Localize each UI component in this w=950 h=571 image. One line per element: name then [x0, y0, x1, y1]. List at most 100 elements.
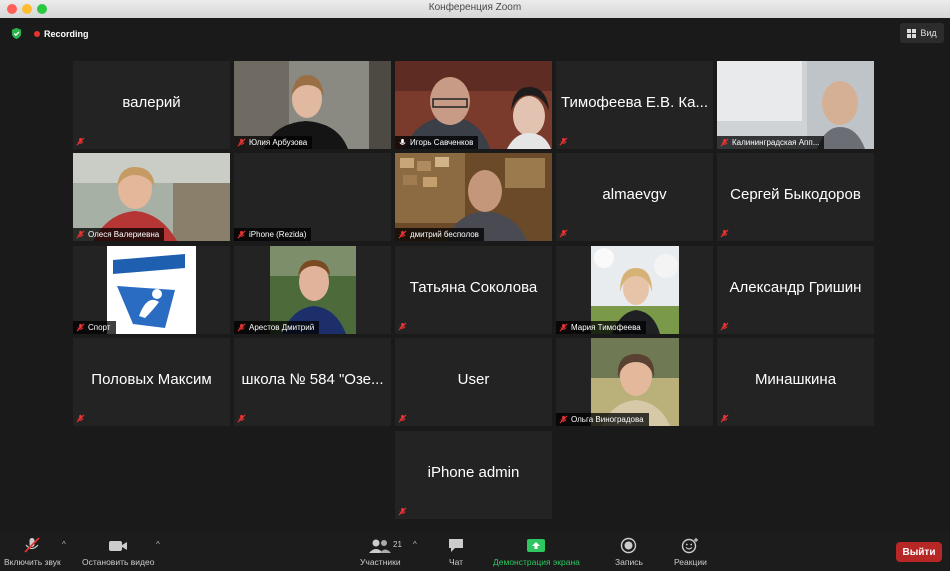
participant-tile[interactable]: Минашкина	[717, 338, 874, 426]
muted-mic-icon	[398, 414, 407, 423]
recording-indicator: Recording	[34, 27, 89, 41]
share-screen-icon	[527, 539, 546, 552]
participant-name: Олеся Валериевна	[88, 230, 160, 239]
participant-name-large: Сергей Быкодоров	[730, 186, 861, 203]
chat-label: Чат	[448, 557, 464, 567]
participant-name: iPhone (Rezida)	[249, 230, 307, 239]
participant-name: дмитрий бесполов	[410, 230, 479, 239]
muted-mic-icon	[237, 323, 246, 332]
unmute-button[interactable]: Включить звук	[4, 537, 61, 567]
muted-mic-icon	[237, 230, 246, 239]
record-button[interactable]: Запись	[615, 537, 643, 567]
participant-label: Арестов Дмитрий	[234, 321, 320, 334]
stop-video-button[interactable]: Остановить видео	[82, 537, 154, 567]
shield-icon[interactable]	[10, 27, 23, 40]
participant-name-large: валерий	[122, 94, 181, 111]
participant-name-large: школа № 584 "Озе...	[241, 371, 384, 388]
window-titlebar: Конференция Zoom	[0, 0, 950, 19]
participant-name-large: Александр Гришин	[729, 279, 862, 296]
view-button[interactable]: Вид	[900, 23, 944, 43]
recording-label: Recording	[44, 29, 89, 39]
participant-tile[interactable]: Юлия Арбузова	[234, 61, 391, 149]
participant-tile[interactable]: Олеся Валериевна	[73, 153, 230, 241]
leave-button[interactable]: Выйти	[896, 542, 942, 562]
participant-name: Ольга Виноградова	[571, 415, 644, 424]
participant-tile[interactable]: Тимофеева Е.В. Ка...	[556, 61, 713, 149]
participant-label: Игорь Савченков	[395, 136, 479, 149]
muted-mic-icon	[76, 230, 85, 239]
muted-mic-icon	[720, 229, 729, 238]
muted-mic-icon	[398, 507, 407, 516]
video-gallery: Recording Вид валерий Юлия Арбузова Игор…	[0, 18, 950, 532]
participant-tile[interactable]: школа № 584 "Озе...	[234, 338, 391, 426]
record-icon	[621, 537, 637, 554]
meeting-toolbar: Включить звук ^ Остановить видео ^ Участ…	[0, 532, 950, 571]
chat-button[interactable]: Чат	[447, 537, 465, 567]
muted-mic-icon	[559, 323, 568, 332]
muted-mic-icon	[76, 414, 85, 423]
muted-mic-icon	[720, 322, 729, 331]
muted-mic-icon	[398, 230, 407, 239]
reactions-button[interactable]: Реакции	[674, 537, 707, 567]
participant-tile[interactable]: Татьяна Соколова	[395, 246, 552, 334]
participant-name-large: Половых Максим	[91, 371, 212, 388]
participant-tile[interactable]: Александр Гришин	[717, 246, 874, 334]
stop-video-label: Остановить видео	[82, 557, 155, 567]
participant-tile[interactable]: Мария Тимофеева	[556, 246, 713, 334]
recording-dot-icon	[34, 31, 40, 37]
muted-mic-icon	[720, 138, 729, 147]
participant-tile[interactable]: Ольга Виноградова	[556, 338, 713, 426]
participant-tile[interactable]: Арестов Дмитрий	[234, 246, 391, 334]
participants-label: Участники	[360, 557, 401, 567]
participant-name: Калининградская Апп...	[732, 138, 820, 147]
participant-tile[interactable]: Спорт	[73, 246, 230, 334]
unmute-label: Включить звук	[4, 557, 61, 567]
participant-label: дмитрий бесполов	[395, 228, 484, 241]
muted-mic-icon	[720, 414, 729, 423]
participant-label: Спорт	[73, 321, 116, 334]
participant-name-large: Тимофеева Е.В. Ка...	[561, 94, 708, 111]
participant-tile[interactable]: Половых Максим	[73, 338, 230, 426]
participant-tile-active-speaker[interactable]: Игорь Савченков	[395, 61, 552, 149]
participant-tile[interactable]: Калининградская Апп...	[717, 61, 874, 149]
participant-name: Спорт	[88, 323, 111, 332]
participant-tile[interactable]: User	[395, 338, 552, 426]
participant-label: iPhone (Rezida)	[234, 228, 312, 241]
participants-icon	[369, 539, 392, 553]
muted-mic-icon	[237, 414, 246, 423]
muted-mic-icon	[559, 229, 568, 238]
chat-icon	[449, 539, 463, 552]
participant-tile[interactable]: iPhone (Rezida)	[234, 153, 391, 241]
participant-tile[interactable]: almaevgv	[556, 153, 713, 241]
participant-label: Олеся Валериевна	[73, 228, 165, 241]
record-label: Запись	[615, 557, 643, 567]
participant-name-large: Татьяна Соколова	[409, 279, 538, 296]
muted-mic-icon	[24, 537, 40, 553]
muted-mic-icon	[398, 322, 407, 331]
participants-count: 21	[393, 540, 402, 549]
participant-tile[interactable]: валерий	[73, 61, 230, 149]
participant-name-large: Минашкина	[754, 371, 837, 388]
participant-name: Мария Тимофеева	[571, 323, 641, 332]
video-camera-icon	[109, 541, 128, 551]
share-screen-label: Демонстрация экрана	[493, 557, 580, 567]
muted-mic-icon	[237, 138, 246, 147]
participant-name: Игорь Савченков	[410, 138, 474, 147]
participant-name: Арестов Дмитрий	[249, 323, 315, 332]
audio-options-chevron-icon[interactable]: ^	[62, 540, 66, 549]
video-options-chevron-icon[interactable]: ^	[156, 540, 160, 549]
participant-tile[interactable]: iPhone admin	[395, 431, 552, 519]
participant-label: Калининградская Апп...	[717, 136, 825, 149]
participant-tile[interactable]: Сергей Быкодоров	[717, 153, 874, 241]
muted-mic-icon	[559, 137, 568, 146]
participants-options-chevron-icon[interactable]: ^	[413, 540, 417, 549]
participant-label: Юлия Арбузова	[234, 136, 313, 149]
participant-label: Мария Тимофеева	[556, 321, 646, 334]
window-title: Конференция Zoom	[428, 2, 522, 13]
reactions-label: Реакции	[674, 557, 707, 567]
share-screen-button[interactable]: Демонстрация экрана	[493, 537, 580, 567]
participant-tile[interactable]: дмитрий бесполов	[395, 153, 552, 241]
participant-name: Юлия Арбузова	[249, 138, 308, 147]
muted-mic-icon	[76, 323, 85, 332]
muted-mic-icon	[559, 415, 568, 424]
